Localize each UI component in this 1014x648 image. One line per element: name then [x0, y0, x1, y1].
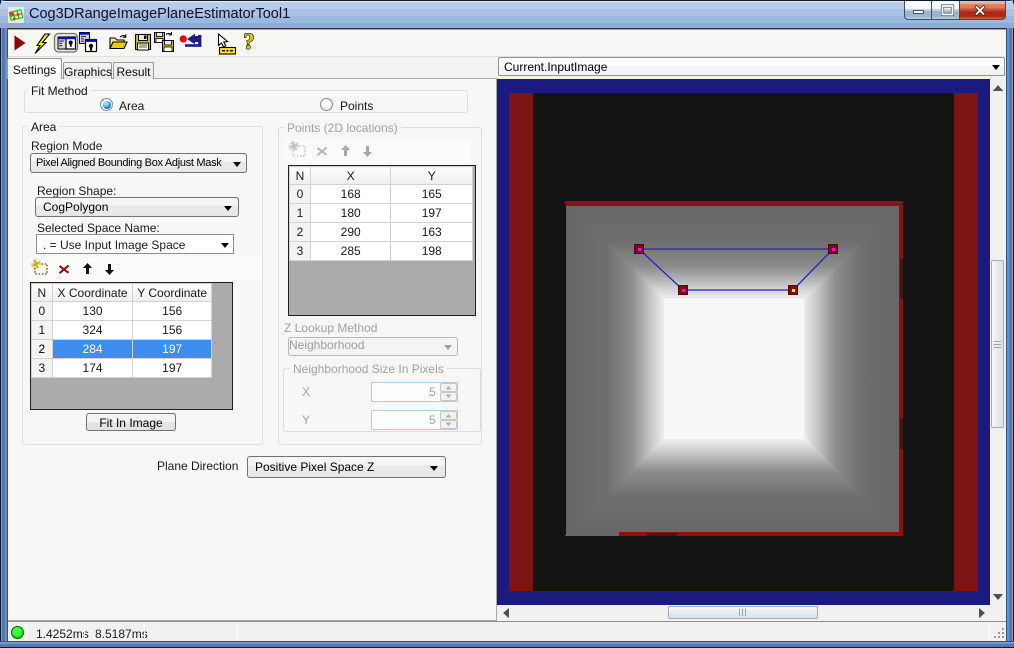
svg-text:?: ?: [243, 29, 255, 54]
